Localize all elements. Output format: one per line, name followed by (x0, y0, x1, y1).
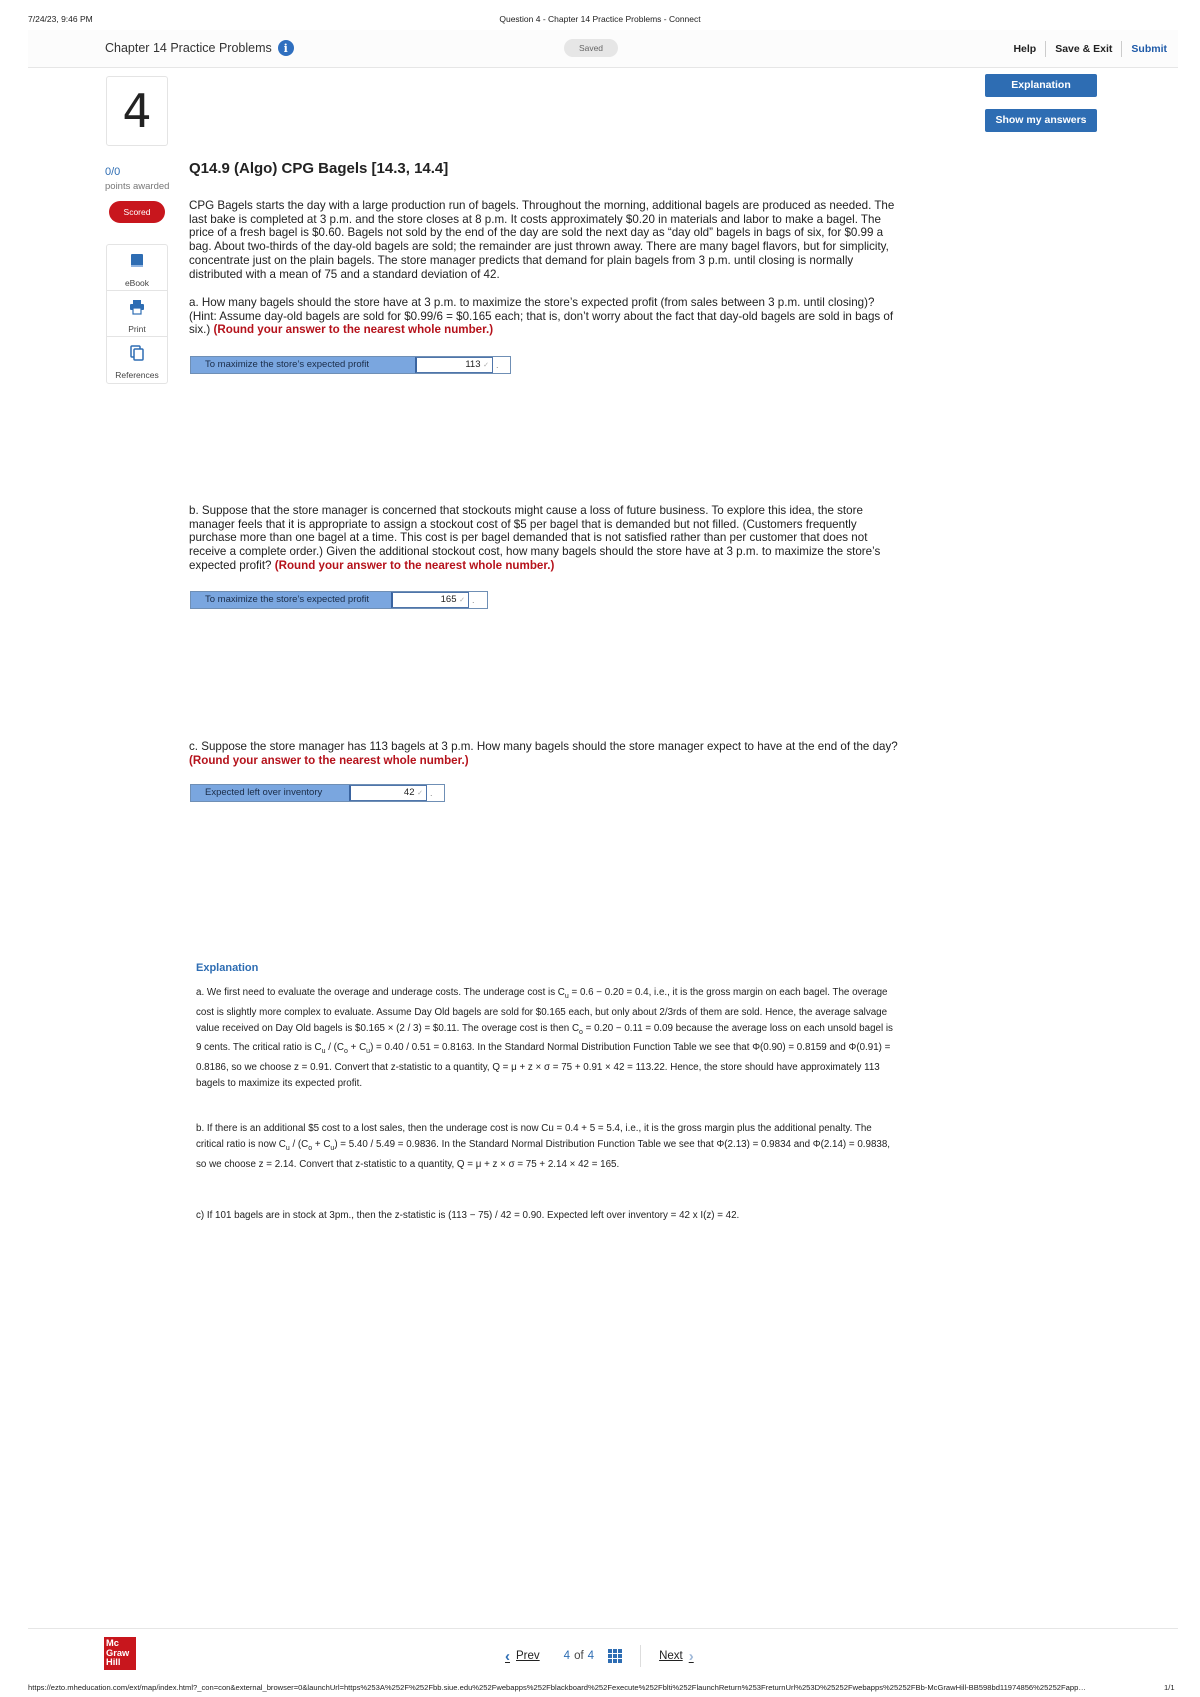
pagination: ‹ Prev 4 of 4 Next › (505, 1645, 694, 1667)
current-page: 4 (563, 1650, 571, 1662)
references-label: References (115, 370, 159, 380)
print-url: https://ezto.mheducation.com/ext/map/ind… (28, 1683, 1086, 1692)
print-page-title: Question 4 - Chapter 14 Practice Problem… (499, 14, 701, 24)
book-icon (131, 254, 143, 267)
save-exit-link[interactable]: Save & Exit (1046, 43, 1121, 55)
logo-text: Hill (106, 1657, 121, 1668)
app-header: Chapter 14 Practice Problems i Saved Hel… (28, 30, 1178, 68)
part-b-answer-input[interactable]: 165 ✓ (391, 592, 469, 608)
part-b-answer-row: To maximize the store’s expected profit … (190, 591, 488, 609)
part-c-answer-value: 42 (403, 787, 415, 798)
pager-divider (640, 1645, 642, 1667)
page-counter: 4 of 4 (564, 1650, 594, 1662)
part-a-answer-value: 113 (465, 359, 481, 370)
total-pages: 4 (587, 1650, 595, 1662)
part-c-answer-unit: . (427, 785, 444, 801)
references-tool[interactable]: References (107, 337, 167, 383)
grid-icon[interactable] (608, 1649, 623, 1663)
part-a-answer-input[interactable]: 113 ✓ (415, 357, 493, 373)
of-label: of (574, 1650, 584, 1662)
prev-label: Prev (516, 1650, 540, 1662)
prev-button[interactable]: ‹ Prev (505, 1648, 540, 1665)
points-label: points awarded (105, 181, 170, 192)
explanation-button[interactable]: Explanation (985, 74, 1097, 97)
question-intro: CPG Bagels starts the day with a large p… (189, 199, 895, 281)
next-label: Next (659, 1650, 683, 1662)
explanation-text: / (C (289, 1138, 309, 1150)
part-c-answer-input[interactable]: 42 ✓ (349, 785, 427, 801)
ebook-tool[interactable]: eBook (107, 245, 167, 291)
explanation-text: a. We first need to evaluate the overage… (196, 987, 565, 998)
header-links: Help Save & Exit Submit (1004, 41, 1176, 57)
part-b-answer-unit: . (469, 592, 487, 608)
part-a-answer-row: To maximize the store’s expected profit … (190, 356, 511, 374)
tools-panel: eBook Print References (106, 244, 168, 384)
part-c-answer-label: Expected left over inventory (191, 785, 349, 801)
show-my-answers-button[interactable]: Show my answers (985, 109, 1097, 132)
printer-icon (130, 300, 144, 315)
explanation-part-c: c) If 101 bagels are in stock at 3pm., t… (196, 1210, 740, 1221)
part-a-text: a. How many bagels should the store have… (189, 296, 905, 337)
explanation-part-b: b. If there is an additional $5 cost to … (196, 1121, 896, 1172)
mcgraw-hill-logo: Mc Graw Hill (104, 1637, 136, 1670)
footer-divider (28, 1628, 1178, 1629)
part-a-instruction: (Round your answer to the nearest whole … (213, 323, 494, 337)
print-tool[interactable]: Print (107, 291, 167, 337)
scored-badge: Scored (109, 201, 165, 223)
print-page-number: 1/1 (1164, 1683, 1175, 1692)
part-a-answer-label: To maximize the store’s expected profit (191, 357, 415, 373)
check-mark-icon: ✓ (417, 790, 423, 797)
saved-status: Saved (564, 39, 618, 57)
explanation-text: + C (312, 1138, 331, 1150)
references-icon (130, 345, 144, 361)
part-c-question: c. Suppose the store manager has 113 bag… (189, 740, 898, 753)
explanation-part-a: a. We first need to evaluate the overage… (196, 985, 896, 1092)
part-b-answer-label: To maximize the store’s expected profit (191, 592, 391, 608)
points-value: 0/0 (105, 166, 121, 178)
question-number: 4 (106, 76, 168, 146)
part-c-instruction: (Round your answer to the nearest whole … (189, 753, 469, 767)
explanation-text: / (C (325, 1042, 345, 1054)
part-b-answer-value: 165 (440, 594, 457, 605)
submit-link[interactable]: Submit (1122, 43, 1176, 55)
part-c-answer-row: Expected left over inventory 42 ✓ . (190, 784, 445, 802)
part-c-text: c. Suppose the store manager has 113 bag… (189, 740, 905, 767)
assignment-title-text: Chapter 14 Practice Problems (105, 41, 272, 55)
explanation-text: + C (347, 1042, 367, 1054)
part-b-text: b. Suppose that the store manager is con… (189, 504, 905, 573)
ebook-label: eBook (124, 278, 150, 288)
print-label: Print (128, 324, 146, 334)
question-title: Q14.9 (Algo) CPG Bagels [14.3, 14.4] (189, 160, 449, 177)
help-link[interactable]: Help (1004, 43, 1045, 55)
assignment-title: Chapter 14 Practice Problems i (105, 40, 294, 56)
check-mark-icon: ✓ (483, 362, 489, 369)
chevron-right-icon: › (688, 1647, 694, 1665)
part-b-instruction: (Round your answer to the nearest whole … (274, 558, 555, 572)
chevron-left-icon: ‹ (505, 1647, 510, 1665)
info-icon[interactable]: i (277, 40, 294, 56)
check-mark-icon: ✓ (459, 597, 465, 604)
explanation-title: Explanation (196, 962, 259, 974)
part-a-answer-unit: . (493, 357, 510, 373)
next-button[interactable]: Next › (659, 1648, 694, 1665)
